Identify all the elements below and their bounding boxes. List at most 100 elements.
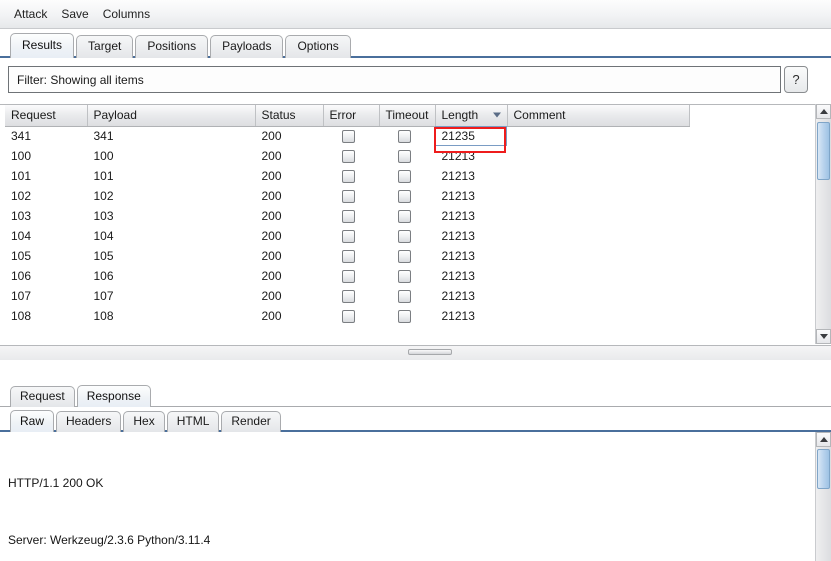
cell-status[interactable]: 200: [255, 206, 323, 226]
table-row[interactable]: 104 104 200 21213: [5, 226, 689, 246]
cell-request[interactable]: 102: [5, 186, 87, 206]
column-header-error[interactable]: Error: [323, 105, 380, 127]
error-checkbox[interactable]: [341, 230, 355, 244]
cell-payload[interactable]: 101: [87, 166, 255, 186]
error-cell[interactable]: [323, 286, 379, 306]
cell-length[interactable]: 21213: [435, 226, 507, 246]
menu-item-save[interactable]: Save: [55, 5, 94, 23]
column-header-comment[interactable]: Comment: [507, 105, 690, 127]
tab-headers[interactable]: Headers: [56, 411, 122, 432]
cell-status[interactable]: 200: [255, 226, 323, 246]
response-vertical-scrollbar[interactable]: [815, 432, 831, 561]
cell-comment[interactable]: [507, 226, 689, 246]
cell-payload[interactable]: 103: [87, 206, 255, 226]
error-cell[interactable]: [323, 126, 379, 146]
cell-length[interactable]: 21213: [435, 306, 507, 326]
error-cell[interactable]: [323, 226, 379, 246]
cell-comment[interactable]: [507, 286, 689, 306]
tab-raw[interactable]: Raw: [10, 410, 55, 432]
cell-payload[interactable]: 107: [87, 286, 255, 306]
cell-length[interactable]: 21213: [435, 286, 507, 306]
cell-length[interactable]: 21213: [435, 266, 507, 286]
table-row[interactable]: 100 100 200 21213: [5, 146, 689, 166]
cell-payload[interactable]: 106: [87, 266, 255, 286]
error-cell[interactable]: [323, 166, 379, 186]
tab-positions[interactable]: Positions: [135, 35, 209, 58]
table-row[interactable]: 105 105 200 21213: [5, 246, 689, 266]
table-row[interactable]: 107 107 200 21213: [5, 286, 689, 306]
menu-item-attack[interactable]: Attack: [8, 5, 53, 23]
tab-hex[interactable]: Hex: [123, 411, 165, 432]
response-scroll-up-icon[interactable]: [816, 432, 831, 447]
column-header-payload[interactable]: Payload: [87, 105, 256, 127]
timeout-cell[interactable]: [379, 146, 435, 166]
timeout-checkbox[interactable]: [397, 290, 411, 304]
error-checkbox[interactable]: [341, 250, 355, 264]
response-scrollbar-thumb[interactable]: [817, 449, 830, 489]
timeout-cell[interactable]: [379, 226, 435, 246]
timeout-checkbox[interactable]: [397, 190, 411, 204]
cell-request[interactable]: 103: [5, 206, 87, 226]
error-checkbox[interactable]: [341, 190, 355, 204]
error-cell[interactable]: [323, 206, 379, 226]
error-cell[interactable]: [323, 186, 379, 206]
timeout-cell[interactable]: [379, 286, 435, 306]
tab-request[interactable]: Request: [10, 386, 75, 407]
cell-length[interactable]: 21213: [435, 146, 507, 166]
cell-status[interactable]: 200: [255, 126, 323, 146]
cell-request[interactable]: 101: [5, 166, 87, 186]
cell-payload[interactable]: 108: [87, 306, 255, 326]
cell-request[interactable]: 104: [5, 226, 87, 246]
cell-payload[interactable]: 341: [87, 126, 255, 146]
timeout-cell[interactable]: [379, 266, 435, 286]
cell-status[interactable]: 200: [255, 146, 323, 166]
cell-request[interactable]: 341: [5, 126, 87, 146]
cell-payload[interactable]: 102: [87, 186, 255, 206]
error-checkbox[interactable]: [341, 130, 355, 144]
cell-request[interactable]: 106: [5, 266, 87, 286]
error-checkbox[interactable]: [341, 310, 355, 324]
cell-status[interactable]: 200: [255, 286, 323, 306]
column-header-status[interactable]: Status: [255, 105, 324, 127]
timeout-checkbox[interactable]: [397, 210, 411, 224]
cell-request[interactable]: 105: [5, 246, 87, 266]
error-checkbox[interactable]: [341, 290, 355, 304]
scroll-up-icon[interactable]: [816, 104, 831, 119]
timeout-checkbox[interactable]: [397, 130, 411, 144]
scroll-down-icon[interactable]: [816, 329, 831, 344]
filter-toggle[interactable]: Filter: Showing all items: [8, 66, 781, 93]
timeout-checkbox[interactable]: [397, 310, 411, 324]
cell-length[interactable]: 21213: [435, 166, 507, 186]
column-header-request[interactable]: Request: [5, 105, 88, 127]
table-row[interactable]: 101 101 200 21213: [5, 166, 689, 186]
timeout-checkbox[interactable]: [397, 150, 411, 164]
cell-payload[interactable]: 100: [87, 146, 255, 166]
tab-options[interactable]: Options: [285, 35, 351, 58]
error-checkbox[interactable]: [341, 210, 355, 224]
cell-request[interactable]: 107: [5, 286, 87, 306]
cell-comment[interactable]: [507, 246, 689, 266]
panel-splitter[interactable]: [0, 345, 831, 360]
cell-payload[interactable]: 104: [87, 226, 255, 246]
tab-payloads[interactable]: Payloads: [210, 35, 284, 58]
timeout-checkbox[interactable]: [397, 250, 411, 264]
cell-length[interactable]: 21213: [435, 246, 507, 266]
cell-length[interactable]: 21235: [435, 126, 507, 146]
splitter-grip[interactable]: [408, 349, 452, 355]
error-checkbox[interactable]: [341, 170, 355, 184]
cell-comment[interactable]: [507, 206, 689, 226]
cell-comment[interactable]: [507, 266, 689, 286]
menu-item-columns[interactable]: Columns: [97, 5, 156, 23]
table-row[interactable]: 341 341 200 21235: [5, 126, 689, 146]
cell-status[interactable]: 200: [255, 266, 323, 286]
cell-length[interactable]: 21213: [435, 186, 507, 206]
error-checkbox[interactable]: [341, 150, 355, 164]
cell-request[interactable]: 108: [5, 306, 87, 326]
column-header-timeout[interactable]: Timeout: [379, 105, 436, 127]
error-cell[interactable]: [323, 306, 379, 326]
tab-html[interactable]: HTML: [166, 411, 220, 432]
results-scrollbar-thumb[interactable]: [817, 122, 830, 180]
timeout-cell[interactable]: [379, 306, 435, 326]
timeout-checkbox[interactable]: [397, 170, 411, 184]
timeout-checkbox[interactable]: [397, 230, 411, 244]
